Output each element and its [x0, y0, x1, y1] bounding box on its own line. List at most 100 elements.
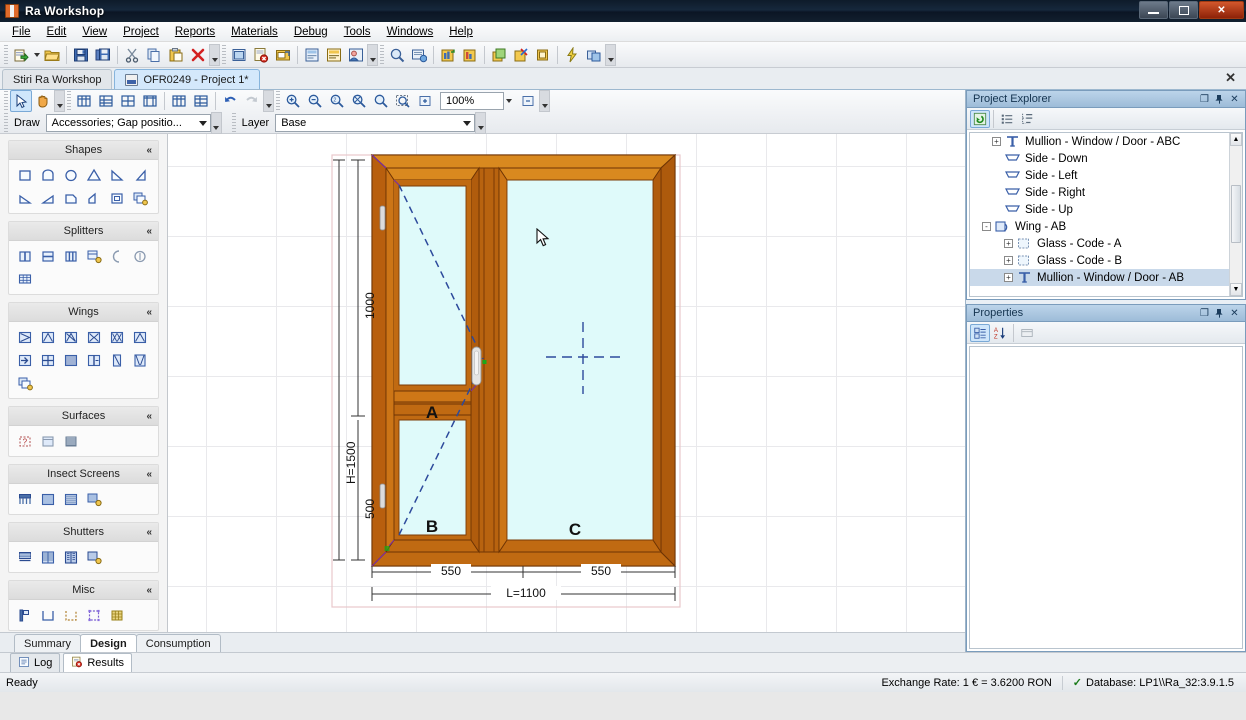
design-overflow-3[interactable] — [539, 90, 550, 112]
zoom-expand-icon[interactable] — [414, 90, 436, 112]
tree-scrollbar[interactable]: ▲ ▼ — [1229, 133, 1242, 296]
zoom-100-icon[interactable]: 2 — [326, 90, 348, 112]
align-center-icon[interactable] — [117, 90, 139, 112]
expander-minus-icon[interactable]: - — [982, 222, 991, 231]
production-icon[interactable] — [488, 44, 510, 66]
float-icon[interactable]: ❐ — [1198, 93, 1211, 106]
menu-item-reports[interactable]: Reports — [167, 24, 223, 40]
scroll-down-icon[interactable]: ▼ — [1230, 283, 1242, 296]
expander-plus-icon[interactable]: + — [1004, 273, 1013, 282]
shape-custom-icon[interactable] — [129, 187, 150, 208]
group-shutters-header[interactable]: Shutters « — [9, 523, 158, 542]
shape-slope-right-icon[interactable] — [106, 164, 127, 185]
categorized-view-icon[interactable] — [970, 323, 990, 342]
delete-icon[interactable] — [187, 44, 209, 66]
shape-pentagon-icon[interactable] — [60, 187, 81, 208]
redo-icon[interactable] — [241, 90, 263, 112]
wing-double-icon[interactable] — [83, 326, 104, 347]
list-view-icon[interactable] — [997, 110, 1017, 128]
save-all-icon[interactable] — [92, 44, 114, 66]
shape-angled-icon[interactable] — [83, 187, 104, 208]
minimize-button[interactable] — [1139, 1, 1168, 19]
new-project-dropdown-icon[interactable] — [32, 44, 41, 66]
new-project-icon[interactable] — [10, 44, 32, 66]
menu-item-windows[interactable]: Windows — [379, 24, 442, 40]
select-pointer-icon[interactable] — [10, 90, 32, 112]
zoom-level-dropdown-icon[interactable] — [504, 90, 513, 112]
menu-item-edit[interactable]: Edit — [39, 24, 75, 40]
layer-overflow[interactable] — [475, 112, 487, 134]
tree-item-mullion-ab[interactable]: + Mullion - Window / Door - AB — [970, 269, 1242, 286]
print-preview-icon[interactable] — [386, 44, 408, 66]
pan-hand-icon[interactable] — [32, 90, 54, 112]
surface-unknown-icon[interactable]: ? — [14, 430, 35, 451]
misc-dashed-box-icon[interactable] — [60, 604, 81, 625]
tab-results[interactable]: Results — [63, 653, 133, 672]
collapse-chevron-icon[interactable]: « — [146, 585, 152, 596]
shape-slope-left-icon[interactable] — [129, 164, 150, 185]
collapse-chevron-icon[interactable]: « — [146, 411, 152, 422]
tab-stiri-ra-workshop[interactable]: Stiri Ra Workshop — [2, 69, 113, 89]
group-insect-screens-header[interactable]: Insect Screens « — [9, 465, 158, 484]
tab-summary[interactable]: Summary — [14, 634, 82, 652]
screen-roller-icon[interactable] — [14, 488, 35, 509]
wing-exit-icon[interactable] — [14, 349, 35, 370]
screen-fixed-icon[interactable] — [37, 488, 58, 509]
property-pages-icon[interactable] — [1017, 324, 1037, 342]
screen-mesh-icon[interactable] — [60, 488, 81, 509]
group-splitters-header[interactable]: Splitters « — [9, 222, 158, 241]
shape-arch-top-icon[interactable] — [37, 164, 58, 185]
splitter-grid-icon[interactable] — [14, 268, 35, 289]
wing-fixed-grid-icon[interactable] — [37, 349, 58, 370]
tab-consumption[interactable]: Consumption — [135, 634, 221, 652]
collapse-chevron-icon[interactable]: « — [146, 469, 152, 480]
layer-combo[interactable]: Base — [275, 114, 476, 132]
tree-item-glass-code-a[interactable]: + Glass - Code - A — [970, 235, 1242, 252]
tree-item-wing-ab[interactable]: - Wing - AB — [970, 218, 1242, 235]
zoom-collapse-icon[interactable] — [517, 90, 539, 112]
menu-item-help[interactable]: Help — [441, 24, 481, 40]
expander-plus-icon[interactable]: + — [1004, 256, 1013, 265]
surface-panel-icon[interactable] — [37, 430, 58, 451]
close-icon[interactable]: ✕ — [1228, 93, 1241, 106]
menu-item-debug[interactable]: Debug — [286, 24, 336, 40]
toolbar-overflow-3[interactable] — [605, 43, 616, 66]
shutter-roller-icon[interactable] — [14, 546, 35, 567]
quick-calc-icon[interactable] — [561, 44, 583, 66]
tab-log[interactable]: Log — [10, 653, 61, 672]
shape-circle-icon[interactable] — [60, 164, 81, 185]
properties-grid[interactable] — [969, 346, 1243, 649]
shape-triangle-icon[interactable] — [83, 164, 104, 185]
print-setup-icon[interactable] — [408, 44, 430, 66]
package-icon[interactable] — [532, 44, 554, 66]
tree-item-mullion-abc[interactable]: + Mullion - Window / Door - ABC — [970, 133, 1242, 150]
wing-right-open-icon[interactable] — [14, 326, 35, 347]
wing-double-leaf-icon[interactable] — [129, 349, 150, 370]
collapse-chevron-icon[interactable]: « — [146, 226, 152, 237]
tab-design[interactable]: Design — [80, 634, 137, 652]
collapse-chevron-icon[interactable]: « — [146, 527, 152, 538]
open-folder-icon[interactable] — [41, 44, 63, 66]
zoom-fit-icon[interactable] — [348, 90, 370, 112]
distribute-horizontal-icon[interactable] — [168, 90, 190, 112]
tab-ofr0249-project-1[interactable]: OFR0249 - Project 1* — [114, 69, 260, 89]
screen-custom-icon[interactable] — [83, 488, 104, 509]
surface-louvre-icon[interactable] — [60, 430, 81, 451]
close-button[interactable]: ✕ — [1199, 1, 1244, 19]
stock-out-icon[interactable] — [459, 44, 481, 66]
expander-plus-icon[interactable]: + — [1004, 239, 1013, 248]
collapse-chevron-icon[interactable]: « — [146, 145, 152, 156]
splitter-custom-icon[interactable] — [83, 245, 104, 266]
shutter-slat-icon[interactable] — [37, 546, 58, 567]
copy-icon[interactable] — [143, 44, 165, 66]
pin-icon[interactable] — [1213, 93, 1226, 106]
splitter-circle-icon[interactable] — [129, 245, 150, 266]
wing-custom-icon[interactable] — [14, 372, 35, 393]
tree-item-side-down[interactable]: Side - Down — [970, 150, 1242, 167]
zoom-level-combo[interactable]: 100% — [440, 92, 504, 110]
misc-mesh-icon[interactable] — [106, 604, 127, 625]
align-left-icon[interactable] — [73, 90, 95, 112]
maximize-button[interactable] — [1169, 1, 1198, 19]
wing-double-turn-icon[interactable] — [106, 326, 127, 347]
drawing-canvas[interactable]: A B C H=1500 1000 500 550 550 L=1100 — [168, 134, 965, 632]
